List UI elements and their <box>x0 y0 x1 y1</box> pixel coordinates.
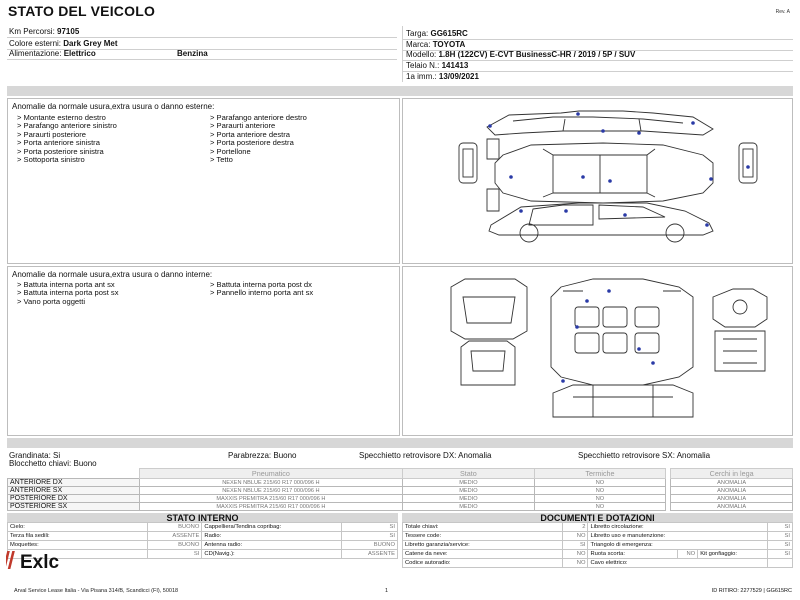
exlc-logo: Exlc <box>6 551 60 572</box>
table-row: ANTERIORE SX NEXEN NBLUE 215/60 R17 000/… <box>7 486 793 495</box>
telaio-label: Telaio N.: <box>406 61 440 70</box>
targa-label: Targa: <box>406 29 429 38</box>
km-percorsi-row: Km Percorsi: 97105 <box>9 27 79 37</box>
internal-damage-title: Anomalie da normale usura,extra usura o … <box>12 270 213 279</box>
blocchetto-status: Blocchetto chiavi: Buono <box>9 459 97 468</box>
alimentazione-extra: Benzina <box>177 49 208 58</box>
internal-diagram-panel <box>402 266 793 436</box>
targa-value: GG615RC <box>430 29 468 38</box>
specchietto-sx-status: Specchietto retrovisore SX: Anomalia <box>578 451 711 460</box>
damage-marker <box>746 165 750 169</box>
damage-marker <box>509 175 513 179</box>
section-band <box>7 438 793 448</box>
damage-marker <box>576 112 580 116</box>
modello-row: Modello: 1.8H (122CV) E-CVT BusinessC-HR… <box>406 50 635 60</box>
damage-markers <box>488 112 750 227</box>
alimentazione-label: Alimentazione: <box>9 49 62 58</box>
damage-marker <box>601 129 605 133</box>
footer-address: Arval Service Lease Italia - Via Pisana … <box>14 588 179 594</box>
damage-marker <box>623 213 627 217</box>
modello-value: 1.8H (122CV) E-CVT BusinessC-HR / 2019 /… <box>438 50 636 59</box>
table-row: Tessere code: NO Libretto uso e manutenz… <box>402 531 793 541</box>
damage-marker <box>561 379 565 383</box>
immatricolazione-label: 1a imm.: <box>406 72 437 81</box>
damage-marker <box>519 209 523 213</box>
table-row: Catene da neve: NO Ruota scorta: NO Kit … <box>402 549 793 559</box>
stato-header: Stato <box>402 468 535 479</box>
km-value: 97105 <box>57 27 80 36</box>
page-title: STATO DEL VEICOLO <box>8 3 156 19</box>
tyre-header: Pneumatico <box>138 468 404 479</box>
external-damage-panel: Anomalie da normale usura,extra usura o … <box>7 98 400 264</box>
table-row: POSTERIORE SX MAXXIS PREMITRA 215/60 R17… <box>7 502 793 511</box>
damage-marker <box>705 223 709 227</box>
car-interior-diagram-icon <box>450 278 768 418</box>
external-damage-list-2: > Parafango anteriore destro > Paraurti … <box>210 113 307 165</box>
alimentazione-value: Elettrico <box>63 49 96 58</box>
cerchi-header: Cerchi in lega <box>670 468 793 479</box>
table-row: POSTERIORE DX MAXXIS PREMITRA 215/60 R17… <box>7 494 793 503</box>
damage-marker <box>575 325 579 329</box>
table-row: Terza fila sedili: ASSENTE Radio: SI <box>7 531 398 541</box>
table-row: Totale chiavi: 2 Libretto circolazione: … <box>402 522 793 532</box>
documenti-table: Totale chiavi: 2 Libretto circolazione: … <box>402 522 793 568</box>
marca-row: Marca: TOYOTA <box>406 40 465 50</box>
logo-text: Exlc <box>20 552 60 572</box>
damage-marker <box>488 124 492 128</box>
damage-marker <box>564 209 568 213</box>
footer-page-number: 1 <box>385 588 389 594</box>
marca-value: TOYOTA <box>432 40 466 49</box>
alimentazione-row: Alimentazione: Elettrico Benzina <box>9 49 208 59</box>
damage-marker <box>651 361 655 365</box>
parabrezza-status: Parabrezza: Buono <box>228 451 297 460</box>
damage-marker <box>691 121 695 125</box>
internal-damage-list-2: > Battuta interna porta post dx > Pannel… <box>210 280 314 298</box>
damage-marker <box>607 289 611 293</box>
tyres-table: Pneumatico Stato Termiche Cerchi in lega… <box>7 468 793 511</box>
section-band <box>7 86 793 96</box>
damage-marker <box>709 177 713 181</box>
footer-id: ID RITIRO: 2277529 | GG615RC <box>711 588 792 594</box>
table-row: Libretto garanzia/service: SI Triangolo … <box>402 540 793 550</box>
table-row: Codice autoradio: NO Cavo elettrico: <box>402 558 793 568</box>
internal-damage-panel: Anomalie da normale usura,extra usura o … <box>7 266 400 436</box>
table-row: Cielo: BUONO Cappelliera/Tendina copriba… <box>7 522 398 532</box>
colore-label: Colore esterni: <box>9 39 62 48</box>
telaio-row: Telaio N.: 141413 <box>406 61 468 71</box>
damage-marker <box>581 175 585 179</box>
internal-damage-list-1: > Battuta interna porta ant sx > Battuta… <box>17 280 119 306</box>
revision-label: Rev. A <box>775 9 790 15</box>
telaio-value: 141413 <box>441 61 469 70</box>
list-item: > Tetto <box>210 155 233 165</box>
damage-marker <box>585 299 589 303</box>
termiche-header: Termiche <box>533 468 667 479</box>
colore-row: Colore esterni: Dark Grey Met <box>9 39 118 49</box>
list-item: > Vano porta oggetti <box>17 296 86 306</box>
external-damage-title: Anomalie da normale usura,extra usura o … <box>12 102 215 111</box>
external-diagram-panel <box>402 98 793 264</box>
damage-marker <box>637 131 641 135</box>
modello-label: Modello: <box>406 50 437 59</box>
km-label: Km Percorsi: <box>9 27 55 36</box>
car-exterior-diagram-icon <box>458 110 758 243</box>
external-damage-list-1: > Montante esterno destro > Parafango an… <box>17 113 117 165</box>
list-item: > Sottoporta sinistro <box>17 155 85 165</box>
table-row: ANTERIORE DX NEXEN NBLUE 215/60 R17 000/… <box>7 478 793 487</box>
specchietto-dx-status: Specchietto retrovisore DX: Anomalia <box>359 451 492 460</box>
immatricolazione-value: 13/09/2021 <box>438 72 479 81</box>
damage-marker <box>608 179 612 183</box>
marca-label: Marca: <box>406 40 431 49</box>
damage-marker <box>637 347 641 351</box>
immatricolazione-row: 1a imm.: 13/09/2021 <box>406 72 479 82</box>
list-item: > Pannello interno porta ant sx <box>210 288 314 298</box>
colore-value: Dark Grey Met <box>63 39 118 48</box>
targa-row: Targa: GG615RC <box>406 29 468 39</box>
